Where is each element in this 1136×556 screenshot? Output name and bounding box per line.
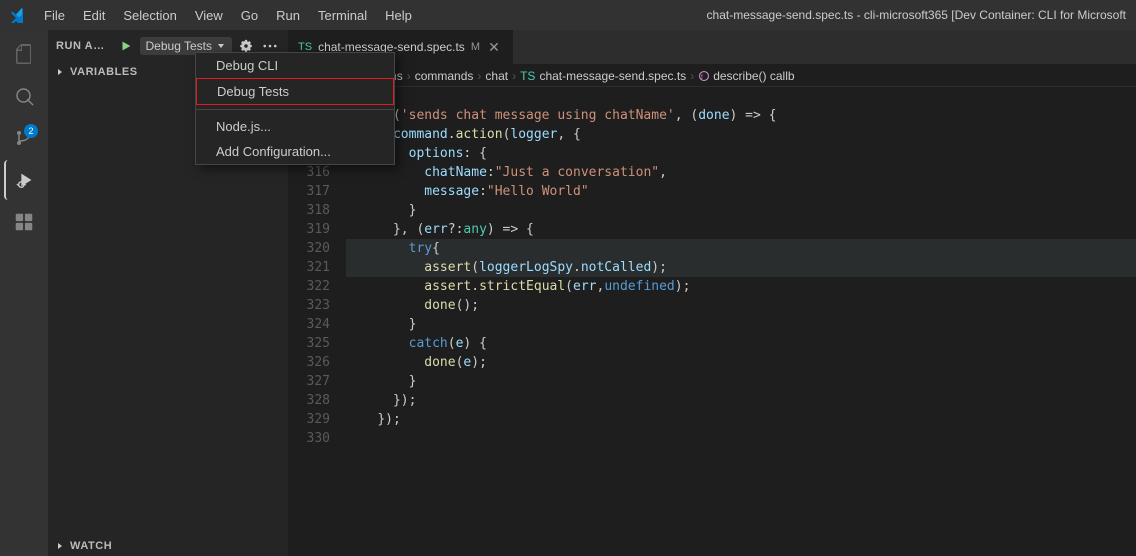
menu-help[interactable]: Help xyxy=(377,6,420,25)
variables-label: VARIABLES xyxy=(70,66,138,78)
tab-close-button[interactable]: ✕ xyxy=(486,39,502,55)
dropdown-menu: Debug CLI Debug Tests Node.js... Add Con… xyxy=(195,52,288,165)
code-line-312 xyxy=(346,87,1136,106)
code-line-320: try { xyxy=(346,239,1136,258)
vscode-logo xyxy=(10,7,26,23)
code-editor[interactable]: 312 313 314 315 316 317 318 319 320 321 … xyxy=(288,87,1136,556)
code-line-316: chatName: "Just a conversation", xyxy=(346,163,1136,182)
dropdown-separator xyxy=(196,109,288,110)
breadcrumb: src › m365 › teams › commands › chat › T… xyxy=(288,65,1136,87)
breadcrumb-chat[interactable]: chat xyxy=(485,69,508,83)
code-line-317: message: "Hello World" xyxy=(346,182,1136,201)
watch-section-header[interactable]: WATCH xyxy=(48,536,288,556)
watch-label: WATCH xyxy=(70,540,112,552)
source-control-icon[interactable]: 2 xyxy=(4,118,44,158)
sidebar: RUN AND DEB... Debug Tests Debug CLI xyxy=(48,30,288,556)
menu-file[interactable]: File xyxy=(36,6,73,25)
svg-text:f: f xyxy=(701,74,703,81)
dropdown-item-debug-tests[interactable]: Debug Tests xyxy=(196,78,288,105)
code-line-324: } xyxy=(346,315,1136,334)
menu-go[interactable]: Go xyxy=(233,6,266,25)
breadcrumb-filename[interactable]: chat-message-send.spec.ts xyxy=(539,69,686,83)
menu-edit[interactable]: Edit xyxy=(75,6,113,25)
search-icon[interactable] xyxy=(4,76,44,116)
run-play-button[interactable] xyxy=(116,36,136,56)
code-line-327: } xyxy=(346,372,1136,391)
code-line-329: }); xyxy=(346,410,1136,429)
explorer-icon[interactable] xyxy=(4,34,44,74)
code-line-325: catch (e) { xyxy=(346,334,1136,353)
code-line-326: done(e); xyxy=(346,353,1136,372)
code-line-323: done(); xyxy=(346,296,1136,315)
dropdown-item-nodejs[interactable]: Node.js... xyxy=(196,114,288,139)
breadcrumb-commands[interactable]: commands xyxy=(415,69,474,83)
extensions-icon[interactable] xyxy=(4,202,44,242)
menu-run[interactable]: Run xyxy=(268,6,308,25)
tabs-bar: TS chat-message-send.spec.ts M ✕ xyxy=(288,30,1136,65)
code-line-313: it('sends chat message using chatName', … xyxy=(346,106,1136,125)
code-line-321: assert(loggerLogSpy.notCalled); xyxy=(346,258,1136,277)
code-line-319: }, (err?: any) => { xyxy=(346,220,1136,239)
code-line-315: options: { xyxy=(346,144,1136,163)
debug-config-label: Debug Tests xyxy=(146,39,213,53)
dropdown-item-debug-cli[interactable]: Debug CLI xyxy=(196,53,288,78)
titlebar: File Edit Selection View Go Run Terminal… xyxy=(0,0,1136,30)
titlebar-title: chat-message-send.spec.ts - cli-microsof… xyxy=(707,8,1126,22)
run-debug-icon[interactable] xyxy=(4,160,44,200)
breadcrumb-ts-icon: TS xyxy=(520,69,535,83)
activity-bar: 2 xyxy=(0,30,48,556)
menu-view[interactable]: View xyxy=(187,6,231,25)
code-line-314: command.action(logger, { xyxy=(346,125,1136,144)
breadcrumb-symbol[interactable]: f describe() callb xyxy=(698,69,794,83)
menu-selection[interactable]: Selection xyxy=(115,6,184,25)
menu-terminal[interactable]: Terminal xyxy=(310,6,375,25)
tab-modified-badge: M xyxy=(471,41,480,53)
code-content: it('sends chat message using chatName', … xyxy=(338,87,1136,556)
code-line-322: assert.strictEqual(err, undefined); xyxy=(346,277,1136,296)
dropdown-item-add-config[interactable]: Add Configuration... xyxy=(196,139,288,164)
editor-area: TS chat-message-send.spec.ts M ✕ src › m… xyxy=(288,30,1136,556)
run-title: RUN AND DEB... xyxy=(56,40,112,52)
code-line-330 xyxy=(346,429,1136,448)
code-line-318: } xyxy=(346,201,1136,220)
code-line-328: }); xyxy=(346,391,1136,410)
titlebar-menu: File Edit Selection View Go Run Terminal… xyxy=(36,6,420,25)
source-control-badge: 2 xyxy=(24,124,38,138)
